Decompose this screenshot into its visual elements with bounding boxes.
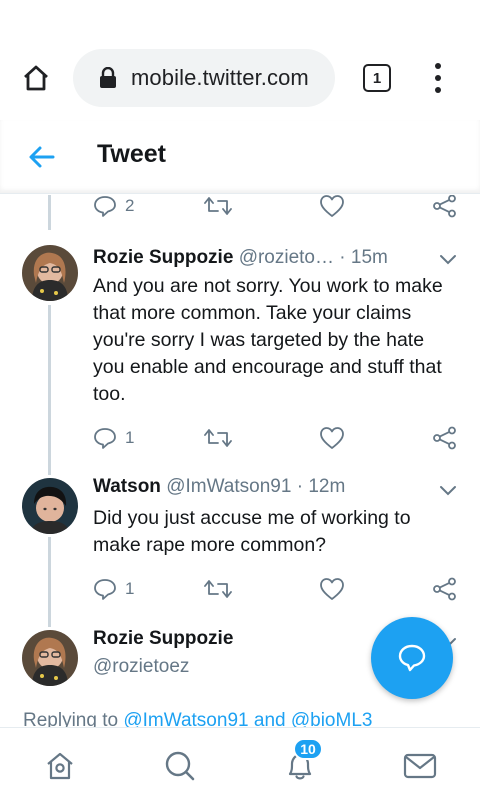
separator-dot: ·	[339, 247, 346, 268]
like-button[interactable]	[319, 574, 345, 604]
tweet-text: And you are not sorry. You work to make …	[93, 275, 443, 405]
avatar[interactable]	[22, 630, 78, 686]
reply-count: 1	[125, 579, 135, 598]
heart-icon	[320, 427, 344, 449]
share-button[interactable]	[432, 195, 458, 221]
messages-envelope-icon[interactable]	[402, 748, 438, 784]
share-icon	[433, 577, 456, 601]
tweet-actions: 2	[93, 195, 463, 221]
page-title: Tweet	[97, 140, 166, 168]
user-handle[interactable]: @rozieto…	[239, 247, 334, 268]
speech-bubble-icon	[398, 644, 426, 672]
compose-reply-button[interactable]	[371, 617, 453, 699]
bottom-navigation: 10	[0, 727, 480, 800]
retweet-button[interactable]	[204, 195, 232, 221]
browser-toolbar: mobile.twitter.com 1	[0, 0, 480, 120]
thread-line	[48, 195, 51, 230]
share-icon	[433, 426, 456, 450]
thread-line	[48, 305, 51, 475]
like-button[interactable]	[319, 423, 345, 453]
retweet-icon	[204, 197, 232, 215]
tab-switcher-button[interactable]: 1	[363, 64, 391, 92]
display-name[interactable]: Rozie Suppozie	[93, 247, 233, 268]
page-header: Tweet	[0, 120, 480, 194]
home-icon[interactable]	[18, 60, 54, 96]
share-button[interactable]	[432, 423, 458, 453]
share-button[interactable]	[432, 574, 458, 604]
tweet-actions: 1	[93, 423, 463, 453]
tweet-header-handle: @rozietoez	[93, 656, 189, 678]
retweet-button[interactable]	[204, 574, 232, 604]
thread-line	[48, 537, 51, 627]
address-bar[interactable]: mobile.twitter.com	[73, 49, 335, 107]
lock-icon	[99, 67, 119, 89]
tweet-header: Rozie Suppozie @rozieto… · 15m	[93, 247, 388, 269]
like-button[interactable]	[319, 195, 345, 221]
home-tab-icon[interactable]	[42, 748, 78, 784]
reply-count: 2	[125, 196, 135, 215]
tweet-header: Rozie Suppozie	[93, 628, 233, 650]
share-icon	[433, 195, 456, 218]
reply-button[interactable]: 1	[93, 574, 134, 604]
reply-button[interactable]: 1	[93, 423, 134, 453]
tweet-actions: 1	[93, 574, 463, 604]
separator-dot: ·	[296, 476, 304, 497]
display-name[interactable]: Rozie Suppozie	[93, 628, 233, 649]
notifications-badge: 10	[293, 738, 323, 760]
back-arrow-icon[interactable]	[28, 144, 56, 170]
tweet-header: Watson @ImWatson91 · 12m	[93, 476, 345, 498]
retweet-icon	[204, 429, 232, 447]
tweet-time[interactable]: 12m	[308, 476, 345, 497]
reply-icon	[94, 196, 116, 217]
reply-icon	[94, 428, 116, 449]
chevron-down-icon[interactable]	[439, 484, 457, 496]
reply-button[interactable]: 2	[93, 195, 134, 221]
tweet-text: Did you just accuse me of working to mak…	[93, 507, 411, 556]
search-icon[interactable]	[162, 748, 198, 784]
user-handle[interactable]: @ImWatson91	[166, 476, 291, 497]
heart-icon	[320, 578, 344, 600]
avatar[interactable]	[22, 478, 78, 534]
user-handle[interactable]: @rozietoez	[93, 656, 189, 677]
display-name[interactable]: Watson	[93, 476, 161, 497]
retweet-icon	[204, 580, 232, 598]
retweet-button[interactable]	[204, 423, 232, 453]
heart-icon	[320, 195, 344, 217]
avatar[interactable]	[22, 245, 78, 301]
reply-count: 1	[125, 428, 135, 447]
tweet-time[interactable]: 15m	[351, 247, 388, 268]
reply-icon	[94, 579, 116, 600]
url-text: mobile.twitter.com	[131, 65, 309, 90]
more-menu-icon[interactable]	[424, 60, 452, 96]
chevron-down-icon[interactable]	[439, 253, 457, 265]
